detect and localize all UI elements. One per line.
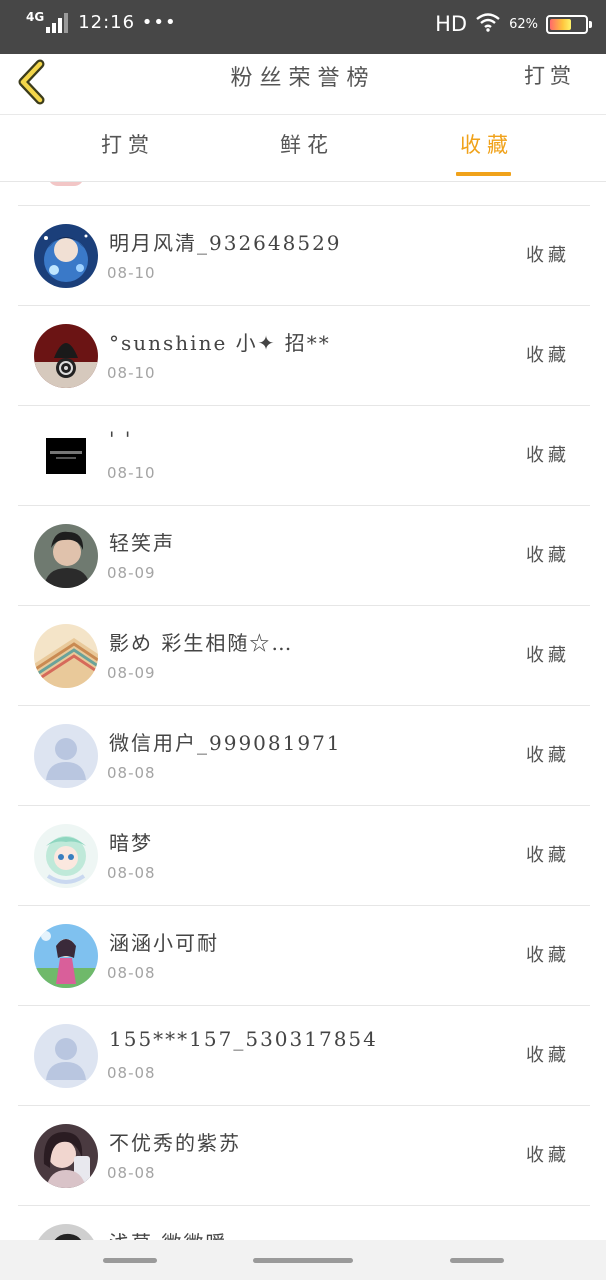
user-name: ' ' [109,427,133,451]
avatar[interactable] [34,324,98,388]
gesture-nav-bar [0,1240,606,1280]
wifi-icon [475,12,501,36]
user-name: 不优秀的紫苏 [109,1131,241,1155]
list-item[interactable]: 微信用户_999081971 08-08 收藏 [18,706,590,806]
status-left: 4G 12:16 ••• [26,9,177,34]
list-item[interactable]: 浅莫 微微暖 [18,1206,590,1240]
avatar[interactable] [34,924,98,988]
fan-list: 明月风清_932648529 08-10 收藏 °sunshine 小✦ 招**… [0,182,606,1240]
battery-percent: 62% [509,16,538,32]
collect-label: 收藏 [526,945,570,966]
list-item[interactable]: 涵涵小可耐 08-08 收藏 [18,906,590,1006]
reward-link[interactable]: 打赏 [524,60,576,90]
nav-menu-button[interactable] [103,1258,157,1263]
collect-label: 收藏 [526,1045,570,1066]
collect-label: 收藏 [526,445,570,466]
list-item[interactable]: 明月风清_932648529 08-10 收藏 [18,206,590,306]
collect-label: 收藏 [526,645,570,666]
avatar[interactable] [34,724,98,788]
clock: 12:16 ••• [78,12,177,33]
user-name: 155***157_530317854 [109,1027,378,1051]
avatar[interactable] [34,1224,98,1240]
avatar[interactable] [34,424,98,488]
list-item[interactable]: °sunshine 小✦ 招** 08-10 收藏 [18,306,590,406]
user-name: 明月风清_932648529 [109,231,342,255]
status-bar: 4G 12:16 ••• HD 62% [0,0,606,54]
collect-label: 收藏 [526,745,570,766]
collect-date: 08-10 [107,364,156,382]
collect-date: 08-08 [107,764,156,782]
user-name: 浅莫 微微暖 [109,1227,227,1240]
signal-icon [46,12,69,33]
nav-back-button[interactable] [450,1258,504,1263]
user-name: °sunshine 小✦ 招** [109,331,331,355]
top-header: 粉丝荣誉榜 打赏 [0,54,606,115]
user-name: 暗梦 [109,831,153,855]
collect-date: 08-10 [107,264,156,282]
tab-flowers[interactable]: 鲜花 [280,129,334,159]
avatar [48,182,84,186]
user-name: 影め 彩生相随☆… [109,631,294,655]
battery-level [550,18,572,30]
collect-label: 收藏 [526,845,570,866]
collect-date: 08-08 [107,964,156,982]
collect-date: 08-08 [107,1064,156,1082]
collect-date: 08-08 [107,1164,156,1182]
avatar[interactable] [34,1124,98,1188]
tab-bar: 打赏 鲜花 收藏 [0,115,606,182]
collect-date: 08-08 [107,864,156,882]
nav-home-button[interactable] [253,1258,353,1263]
collect-date: 08-10 [107,464,156,482]
avatar[interactable] [34,224,98,288]
list-item[interactable]: 影め 彩生相随☆… 08-09 收藏 [18,606,590,706]
collect-label: 收藏 [526,545,570,566]
list-item[interactable]: ' ' 08-10 收藏 [18,406,590,506]
user-name: 微信用户_999081971 [109,731,342,755]
active-tab-indicator [456,172,511,176]
page-title: 粉丝荣誉榜 [230,66,376,91]
avatar[interactable] [34,524,98,588]
battery-icon [546,14,592,34]
collect-label: 收藏 [526,245,570,266]
list-item-partial [18,182,590,206]
avatar[interactable] [34,1024,98,1088]
user-name: 涵涵小可耐 [109,931,219,955]
hd-indicator: HD [435,12,468,36]
status-right: HD 62% [435,12,592,36]
avatar[interactable] [34,824,98,888]
list-item[interactable]: 暗梦 08-08 收藏 [18,806,590,906]
list-item[interactable]: 不优秀的紫苏 08-08 收藏 [18,1106,590,1206]
collect-date: 08-09 [107,564,156,582]
collect-label: 收藏 [526,1145,570,1166]
collect-label: 收藏 [526,345,570,366]
tab-reward[interactable]: 打赏 [101,129,155,159]
list-item[interactable]: 轻笑声 08-09 收藏 [18,506,590,606]
tab-collect[interactable]: 收藏 [460,129,514,159]
collect-date: 08-09 [107,664,156,682]
avatar[interactable] [34,624,98,688]
list-item[interactable]: 155***157_530317854 08-08 收藏 [18,1006,590,1106]
user-name: 轻笑声 [109,531,175,555]
network-type: 4G [26,9,45,24]
